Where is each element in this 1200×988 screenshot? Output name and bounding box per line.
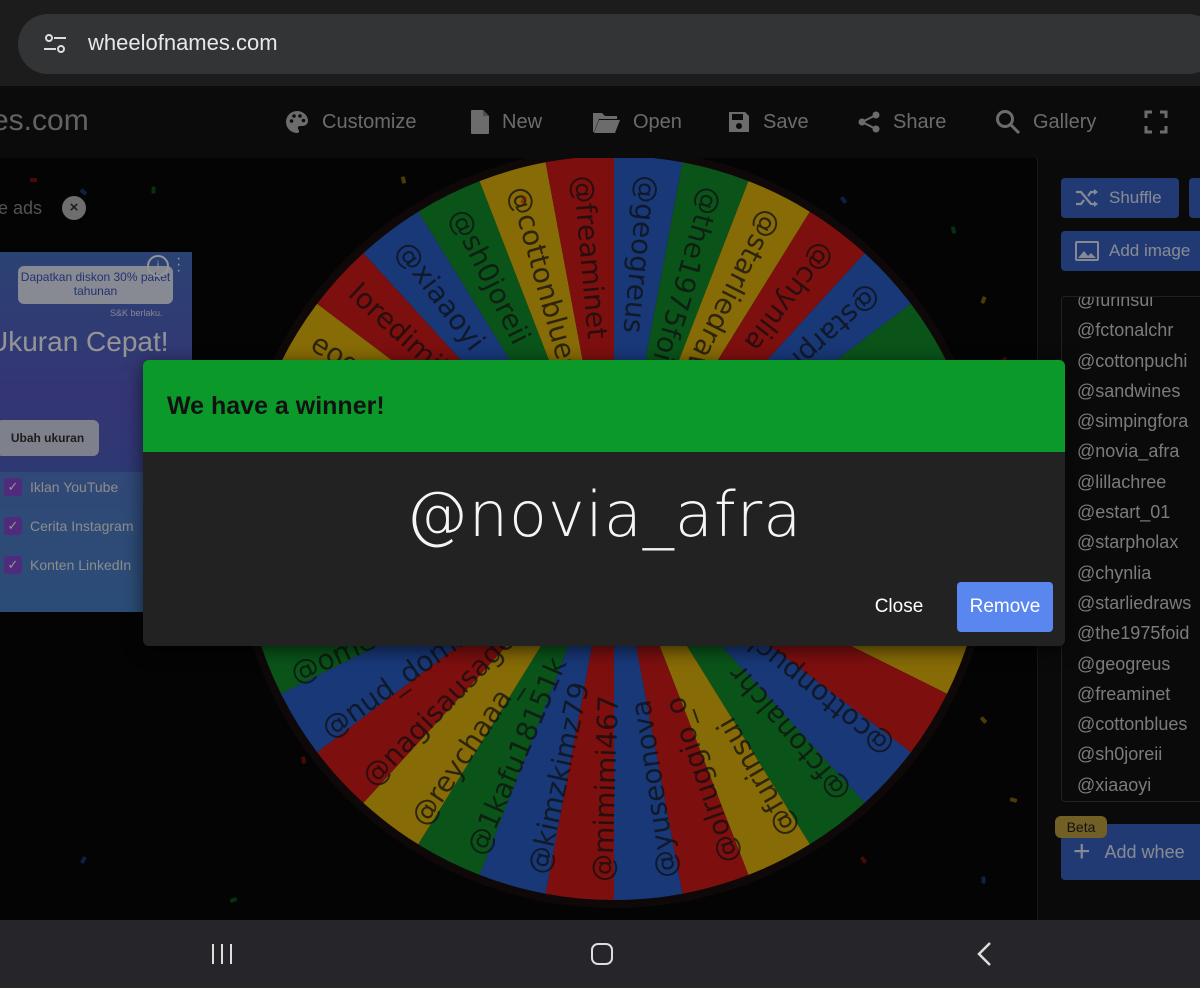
ad-headline: Ukuran Cepat! <box>0 326 169 357</box>
add-wheel-label: Add whee <box>1104 841 1185 862</box>
shuffle-button[interactable]: Shuffle <box>1061 178 1179 218</box>
entry-item[interactable]: @simpingfora <box>1062 406 1200 436</box>
file-icon <box>471 110 489 134</box>
save-label: Save <box>763 110 809 133</box>
home-icon <box>591 943 613 965</box>
entry-item[interactable]: @freaminet <box>1062 679 1200 709</box>
browser-toolbar: wheelofnames.com <box>0 0 1200 86</box>
android-nav-bar <box>0 920 1200 988</box>
dialog-title: We have a winner! <box>143 360 1065 452</box>
gallery-label: Gallery <box>1033 110 1097 133</box>
shuffle-icon <box>1076 189 1098 207</box>
entry-item[interactable]: @chynlia <box>1062 558 1200 588</box>
back-button[interactable] <box>954 920 1014 988</box>
ad-menu-icon[interactable]: · · · <box>176 252 181 279</box>
save-button[interactable]: Save <box>727 106 809 138</box>
share-icon <box>858 111 880 133</box>
site-settings-icon[interactable] <box>42 32 68 56</box>
entries-list: @furinsui @fctonalchr @cottonpuchi @sandwin… <box>1062 297 1200 800</box>
entry-item[interactable]: @fctonalchr <box>1062 315 1200 345</box>
confetti-piece <box>981 876 986 884</box>
share-label: Share <box>893 110 947 133</box>
customize-button[interactable]: Customize <box>284 106 416 138</box>
remove-ads-label[interactable]: e ads <box>0 198 42 219</box>
entry-item[interactable]: @furinsui <box>1062 297 1200 315</box>
open-label: Open <box>633 110 682 133</box>
entry-item[interactable]: @starpholax <box>1062 527 1200 557</box>
entry-item[interactable]: @cottonblues <box>1062 709 1200 739</box>
search-icon <box>996 110 1021 135</box>
entry-item[interactable]: @cottonpuchi <box>1062 346 1200 376</box>
add-image-label: Add image <box>1109 241 1191 260</box>
new-label: New <box>502 110 543 133</box>
close-button[interactable]: Close <box>859 582 939 632</box>
ad-check-label: Konten LinkedIn <box>30 557 132 573</box>
entry-item[interactable]: @lillachree <box>1062 467 1200 497</box>
recents-button[interactable] <box>192 920 252 988</box>
ad-cta-button[interactable]: Ubah ukuran <box>0 420 99 456</box>
address-bar[interactable]: wheelofnames.com <box>18 14 1200 74</box>
new-button[interactable]: New <box>470 106 542 138</box>
save-icon <box>729 112 749 132</box>
url-text: wheelofnames.com <box>88 30 278 55</box>
plus-icon: + <box>1073 835 1091 868</box>
customize-label: Customize <box>322 110 417 133</box>
confetti-piece <box>151 186 156 194</box>
shuffle-label: Shuffle <box>1109 188 1162 207</box>
app-header: es.com Customize New Open Save Share Gal… <box>0 86 1200 159</box>
ad-check-label: Iklan YouTube <box>30 479 119 495</box>
recents-icon <box>212 944 232 964</box>
open-button[interactable]: Open <box>591 106 682 138</box>
palette-icon <box>286 111 308 133</box>
entry-item[interactable]: @starliedraws <box>1062 588 1200 618</box>
fullscreen-icon <box>1144 110 1168 134</box>
entry-item[interactable]: @novia_afra <box>1062 436 1200 466</box>
gallery-button[interactable]: Gallery <box>995 106 1096 138</box>
entries-textarea[interactable]: @furinsui @fctonalchr @cottonpuchi @sandwin… <box>1061 296 1200 802</box>
entry-item[interactable]: @sandwines <box>1062 376 1200 406</box>
fullscreen-button[interactable] <box>1144 106 1168 138</box>
ad-info-icon[interactable]: i <box>147 255 169 277</box>
folder-open-icon <box>593 113 620 133</box>
winner-name: @novia_afra <box>405 478 803 551</box>
winner-dialog: We have a winner! @novia_afra Close Remo… <box>143 360 1065 646</box>
entry-item[interactable]: @geogreus <box>1062 649 1200 679</box>
checkbox-icon: ✓ <box>4 478 22 496</box>
ad-check-item: ✓ Iklan YouTube <box>4 478 118 496</box>
checkbox-icon: ✓ <box>4 556 22 574</box>
share-button[interactable]: Share <box>857 106 946 138</box>
entry-item[interactable]: @estart_01 <box>1062 497 1200 527</box>
ads-close-icon[interactable]: × <box>62 196 86 220</box>
ad-terms: S&K berlaku. <box>110 308 163 318</box>
checkbox-icon: ✓ <box>4 517 22 535</box>
entry-item[interactable]: @the1975foid <box>1062 618 1200 648</box>
ad-check-label: Cerita Instagram <box>30 518 134 534</box>
ad-check-item: ✓ Cerita Instagram <box>4 517 133 535</box>
confetti-piece <box>301 756 306 764</box>
site-title[interactable]: es.com <box>0 104 89 138</box>
remove-button[interactable]: Remove <box>957 582 1053 632</box>
image-icon <box>1075 241 1099 261</box>
home-button[interactable] <box>572 920 632 988</box>
back-icon <box>977 942 991 966</box>
beta-badge: Beta <box>1055 816 1107 838</box>
sort-button[interactable] <box>1189 178 1200 218</box>
entry-item[interactable]: @sh0joreii <box>1062 739 1200 769</box>
confetti-piece <box>30 178 37 182</box>
add-image-button[interactable]: Add image <box>1061 231 1200 271</box>
entry-item[interactable]: @xiaaoyi <box>1062 770 1200 800</box>
ad-check-item: ✓ Konten LinkedIn <box>4 556 131 574</box>
wheel-slice-label: @mimimi467 <box>586 695 625 883</box>
